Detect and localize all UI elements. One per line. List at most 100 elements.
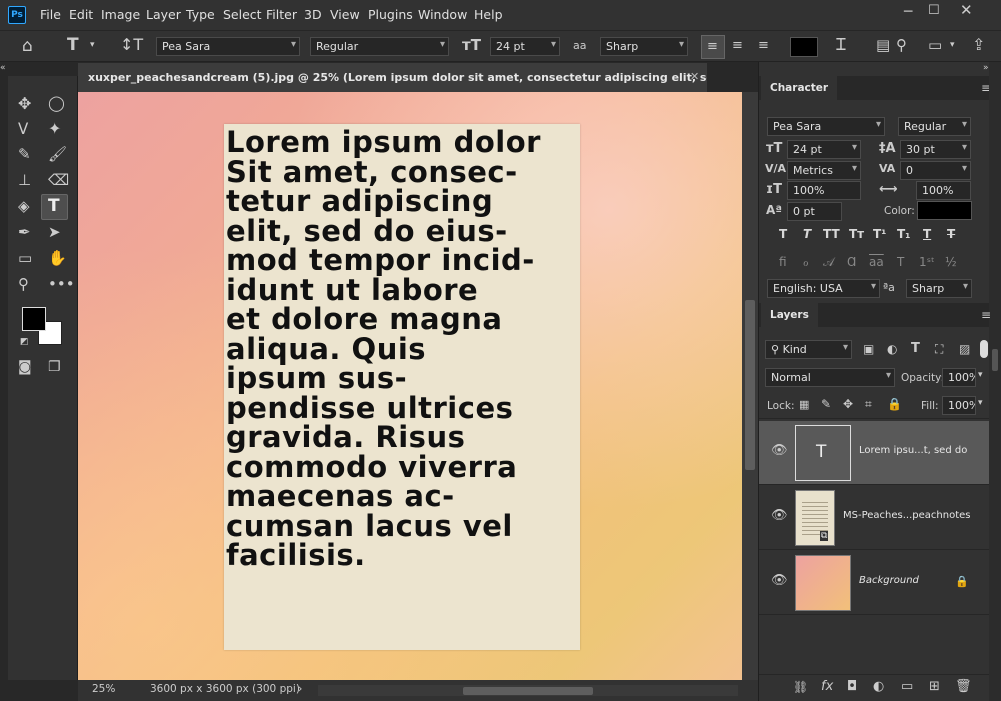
blend-mode-select[interactable]: Normal ▾ bbox=[765, 368, 895, 387]
path-selection-icon[interactable]: ➤ bbox=[48, 225, 61, 240]
menu-type[interactable]: Type bbox=[186, 7, 215, 22]
vertical-scrollbar[interactable] bbox=[742, 92, 758, 680]
zoom-tool-icon[interactable]: ⚲ bbox=[18, 277, 29, 292]
horizontal-scroll-thumb[interactable] bbox=[463, 687, 593, 695]
menu-filter[interactable]: Filter bbox=[266, 7, 297, 22]
move-tool-icon[interactable]: ✥ bbox=[18, 96, 31, 112]
ordinals-icon[interactable]: T bbox=[897, 255, 904, 269]
superscript-icon[interactable]: T¹ bbox=[873, 227, 886, 241]
menu-layer[interactable]: Layer bbox=[146, 7, 181, 22]
type-tool-preset-icon[interactable]: T bbox=[67, 37, 79, 54]
titling-alternates-icon[interactable]: aa bbox=[869, 255, 884, 269]
fractions-icon[interactable]: ½ bbox=[945, 255, 957, 269]
layer-row-text[interactable]: 👁 T Lorem ipsu...t, sed do bbox=[759, 421, 989, 485]
close-window-icon[interactable]: ✕ bbox=[960, 3, 973, 18]
char-hscale-input[interactable]: 100% bbox=[916, 181, 971, 200]
menu-edit[interactable]: Edit bbox=[69, 7, 93, 22]
font-size-select[interactable]: 24 pt ▾ bbox=[490, 37, 560, 56]
canvas-area[interactable]: Lorem ipsum dolor Sit amet, consec- tetu… bbox=[78, 92, 742, 680]
char-leading-select[interactable]: 30 pt ▾ bbox=[900, 140, 971, 159]
ordinal-1st-icon[interactable]: 1ˢᵗ bbox=[919, 255, 935, 269]
anti-alias-select[interactable]: Sharp ▾ bbox=[600, 37, 688, 56]
paint-bucket-icon[interactable]: ◈ bbox=[18, 199, 30, 214]
menu-image[interactable]: Image bbox=[101, 7, 140, 22]
char-tracking-select[interactable]: 0 ▾ bbox=[900, 161, 971, 180]
ligatures-icon[interactable]: fi bbox=[779, 255, 787, 269]
stamp-tool-icon[interactable]: ⊥ bbox=[18, 173, 31, 188]
panel-menu-icon[interactable]: ≡ bbox=[981, 309, 991, 321]
small-caps-icon[interactable]: Tт bbox=[849, 227, 864, 241]
eyedropper-icon[interactable]: ✎ bbox=[18, 147, 31, 162]
share-icon[interactable]: ⇪ bbox=[972, 37, 985, 53]
minimize-icon[interactable]: ─ bbox=[904, 5, 912, 19]
add-mask-icon[interactable]: ◘ bbox=[847, 680, 857, 693]
char-vscale-input[interactable]: 100% bbox=[787, 181, 861, 200]
swash-icon[interactable]: 𝒜 bbox=[823, 255, 834, 270]
document-tab[interactable]: xuxper_peachesandcream (5).jpg @ 25% (Lo… bbox=[78, 63, 707, 92]
opacity-input[interactable]: 100% bbox=[942, 368, 976, 387]
lock-artboard-icon[interactable]: ⌗ bbox=[865, 398, 872, 410]
layer-name[interactable]: Lorem ipsu...t, sed do bbox=[859, 445, 967, 456]
chevron-down-icon[interactable]: ▾ bbox=[90, 41, 95, 50]
menu-select[interactable]: Select bbox=[223, 7, 262, 22]
layer-name[interactable]: MS-Peaches...peachnotes bbox=[843, 510, 970, 521]
panels-scrollbar[interactable] bbox=[989, 62, 1001, 701]
character-tab[interactable]: Character bbox=[761, 76, 838, 100]
screen-mode-icon[interactable]: ❐ bbox=[48, 360, 61, 374]
lock-transparent-icon[interactable]: ▦ bbox=[799, 399, 809, 410]
underline-icon[interactable]: T bbox=[923, 227, 931, 241]
warp-text-icon[interactable]: Ꮖ bbox=[836, 37, 847, 53]
rectangle-tool-icon[interactable]: ▭ bbox=[18, 251, 32, 266]
strikethrough-icon[interactable]: T bbox=[947, 227, 955, 241]
chevron-down-icon[interactable]: ▾ bbox=[950, 41, 955, 50]
char-anti-alias-select[interactable]: Sharp ▾ bbox=[906, 279, 972, 298]
align-center-icon[interactable]: ≡ bbox=[732, 39, 743, 52]
fill-input[interactable]: 100% bbox=[942, 396, 976, 415]
link-layers-icon[interactable]: ⛓ bbox=[793, 681, 808, 693]
search-icon[interactable]: ⚲ bbox=[896, 38, 907, 53]
text-layer-content[interactable]: Lorem ipsum dolor Sit amet, consec- tetu… bbox=[226, 127, 581, 571]
language-select[interactable]: English: USA ▾ bbox=[767, 279, 880, 298]
ellipse-marquee-icon[interactable]: ◯ bbox=[48, 96, 65, 111]
font-style-select[interactable]: Regular ▾ bbox=[310, 37, 449, 56]
align-left-button[interactable]: ≡ bbox=[701, 35, 725, 59]
eye-icon[interactable]: 👁 bbox=[771, 573, 788, 588]
home-icon[interactable]: ⌂ bbox=[22, 38, 33, 55]
menu-plugins[interactable]: Plugins bbox=[368, 7, 413, 22]
workspace-icon[interactable]: ▭ bbox=[928, 38, 942, 53]
chevron-right-icon[interactable]: › bbox=[298, 682, 302, 695]
menu-file[interactable]: File bbox=[40, 7, 61, 22]
all-caps-icon[interactable]: TT bbox=[823, 227, 840, 241]
filter-type-icon[interactable]: T bbox=[911, 342, 920, 355]
maximize-icon[interactable]: ☐ bbox=[928, 4, 940, 17]
close-tab-icon[interactable]: ✕ bbox=[690, 70, 699, 83]
chevron-down-icon[interactable]: ▾ bbox=[978, 399, 983, 408]
filter-toggle[interactable] bbox=[980, 340, 988, 358]
menu-view[interactable]: View bbox=[330, 7, 360, 22]
align-right-icon[interactable]: ≡ bbox=[758, 39, 769, 52]
more-tools-icon[interactable]: ••• bbox=[48, 277, 75, 292]
char-kerning-select[interactable]: Metrics ▾ bbox=[787, 161, 861, 180]
foreground-color-swatch[interactable] bbox=[22, 307, 46, 331]
pen-tool-icon[interactable]: ✒ bbox=[18, 225, 31, 240]
collapse-arrows-icon[interactable]: « bbox=[0, 64, 6, 73]
expand-panels-icon[interactable]: » bbox=[983, 64, 989, 73]
text-orientation-icon[interactable]: ↕T bbox=[120, 37, 143, 53]
horizontal-scrollbar[interactable] bbox=[318, 685, 738, 696]
lock-image-icon[interactable]: ✎ bbox=[821, 398, 831, 410]
faux-bold-icon[interactable]: T bbox=[779, 227, 787, 241]
delete-layer-icon[interactable]: 🗑 bbox=[955, 680, 972, 693]
fx-icon[interactable]: fx bbox=[821, 680, 833, 693]
text-color-swatch[interactable] bbox=[790, 37, 818, 57]
vertical-scroll-thumb[interactable] bbox=[745, 300, 755, 470]
chevron-down-icon[interactable]: ▾ bbox=[978, 371, 983, 380]
layer-filter-select[interactable]: ⚲ Kind ▾ bbox=[765, 340, 852, 359]
hand-tool-icon[interactable]: ✋ bbox=[48, 251, 67, 266]
lock-all-icon[interactable]: 🔒 bbox=[887, 398, 902, 410]
menu-3d[interactable]: 3D bbox=[304, 7, 322, 22]
default-colors-icon[interactable]: ◩ bbox=[20, 338, 29, 347]
lasso-tool-icon[interactable]: ᐯ bbox=[18, 122, 28, 137]
menu-help[interactable]: Help bbox=[474, 7, 503, 22]
quick-mask-icon[interactable]: ◙ bbox=[18, 360, 32, 374]
eraser-tool-icon[interactable]: ⌫ bbox=[48, 173, 69, 188]
